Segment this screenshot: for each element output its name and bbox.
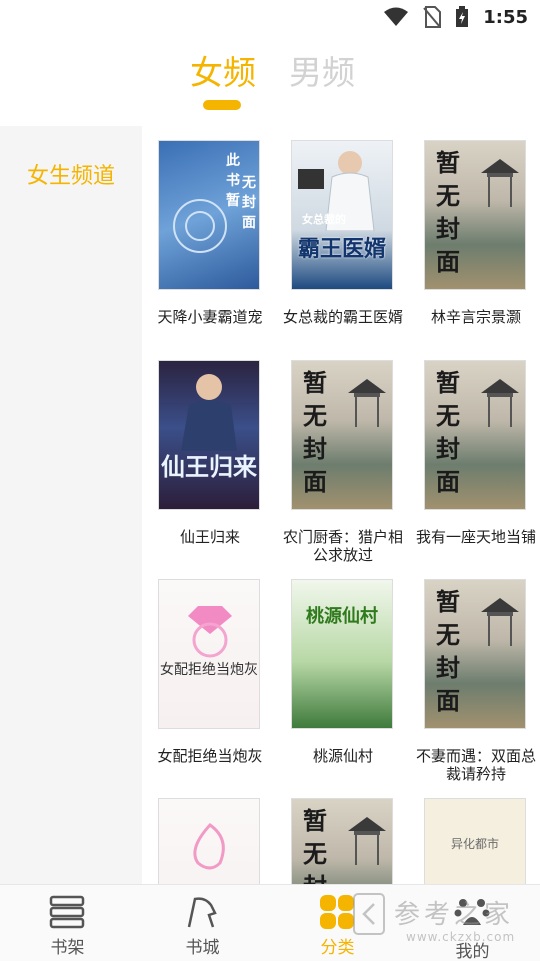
book-cover[interactable]: 女配拒绝当炮灰 xyxy=(158,579,260,729)
book-cover[interactable]: 暂无封面 xyxy=(424,140,526,290)
book-title[interactable]: 女总裁的霸王医婿 xyxy=(283,308,403,326)
diamond-ring-icon xyxy=(188,606,232,658)
book-title[interactable]: 林辛言宗景灏 xyxy=(416,308,536,326)
book-title[interactable]: 我有一座天地当铺 xyxy=(416,528,536,546)
book-grid: 此书暂 无封面 天降小妻霸道宠 女总裁的 霸王医婿 女总裁的霸王医婿 暂无封面 xyxy=(142,126,540,884)
book-cover[interactable]: 仙王归来 xyxy=(158,360,260,510)
book-title[interactable]: 女配拒绝当炮灰 xyxy=(150,747,270,765)
book-cover[interactable]: 暂无封面 xyxy=(424,360,526,510)
cover-placeholder-text: 暂无封面 xyxy=(303,807,327,884)
cover-placeholder-text: 暂无封面 xyxy=(436,588,460,715)
pavilion-icon xyxy=(348,379,386,427)
gender-tabs: 女频 男频 xyxy=(0,38,540,124)
book-cover[interactable]: 桃源仙村 xyxy=(291,579,393,729)
book-title[interactable]: 不妻而遇：双面总裁请矜持 xyxy=(416,747,536,783)
cover-text-2: 无封面 xyxy=(242,175,256,231)
cover-title: 仙王归来 xyxy=(161,453,257,481)
wifi-icon xyxy=(384,7,409,26)
watermark-text: 参考之家 xyxy=(394,900,515,930)
nav-bookshelf[interactable]: 书架 xyxy=(0,885,135,961)
category-sidebar: 女生频道 xyxy=(0,126,142,884)
status-time: 1:55 xyxy=(483,6,528,28)
tab-active-indicator xyxy=(203,100,241,110)
tab-male[interactable]: 男频 xyxy=(289,46,355,94)
book-cover[interactable]: 异化都市 xyxy=(424,798,526,884)
pavilion-icon xyxy=(481,379,519,427)
sidebar-item-female-channel[interactable]: 女生频道 xyxy=(0,158,142,190)
cover-subtitle: 女总裁的 xyxy=(302,213,346,226)
book-title[interactable]: 仙王归来 xyxy=(150,528,270,546)
bookshelf-icon xyxy=(49,895,85,929)
book-title[interactable]: 天降小妻霸道宠 xyxy=(150,308,270,326)
status-bar: 1:55 xyxy=(0,0,540,36)
cover-title: 女配拒绝当炮灰 xyxy=(160,662,258,678)
nav-bookstore[interactable]: 书城 xyxy=(135,885,270,961)
watermark-url: www.ckzxb.com xyxy=(406,930,516,944)
battery-charging-icon xyxy=(456,6,469,27)
book-cover[interactable]: 此书暂 无封面 xyxy=(158,140,260,290)
no-sim-icon xyxy=(423,6,442,28)
cover-placeholder-text: 暂无封面 xyxy=(303,369,327,496)
tab-female[interactable]: 女频 xyxy=(190,46,256,94)
category-icon xyxy=(320,895,354,929)
book-cover[interactable]: 暂无封面 xyxy=(291,360,393,510)
nav-label: 书架 xyxy=(50,938,85,958)
book-title[interactable]: 农门厨香：猎户相公求放过 xyxy=(283,528,403,564)
hero-figure-icon xyxy=(181,374,237,451)
book-cover[interactable] xyxy=(158,798,260,884)
cover-placeholder-text: 暂无封面 xyxy=(436,149,460,276)
cover-title: 桃源仙村 xyxy=(306,606,378,627)
phoenix-icon xyxy=(193,823,225,870)
nav-label: 书城 xyxy=(185,938,220,958)
pavilion-icon xyxy=(481,159,519,207)
watermark: 参考之家 www.ckzxb.com xyxy=(352,888,532,958)
book-cover[interactable]: 暂无封面 xyxy=(424,579,526,729)
pavilion-icon xyxy=(481,598,519,646)
dragon-pattern-icon xyxy=(173,199,227,253)
cover-title: 异化都市 xyxy=(450,837,499,851)
cover-placeholder-text: 暂无封面 xyxy=(436,369,460,496)
book-cover[interactable]: 女总裁的 霸王医婿 xyxy=(291,140,393,290)
book-cover[interactable]: 暂无封面 xyxy=(291,798,393,884)
cover-title: 霸王医婿 xyxy=(297,237,386,262)
bookstore-icon xyxy=(187,897,217,928)
book-title[interactable]: 桃源仙村 xyxy=(283,747,403,765)
pavilion-icon xyxy=(348,817,386,865)
watermark-logo-icon xyxy=(353,893,385,935)
